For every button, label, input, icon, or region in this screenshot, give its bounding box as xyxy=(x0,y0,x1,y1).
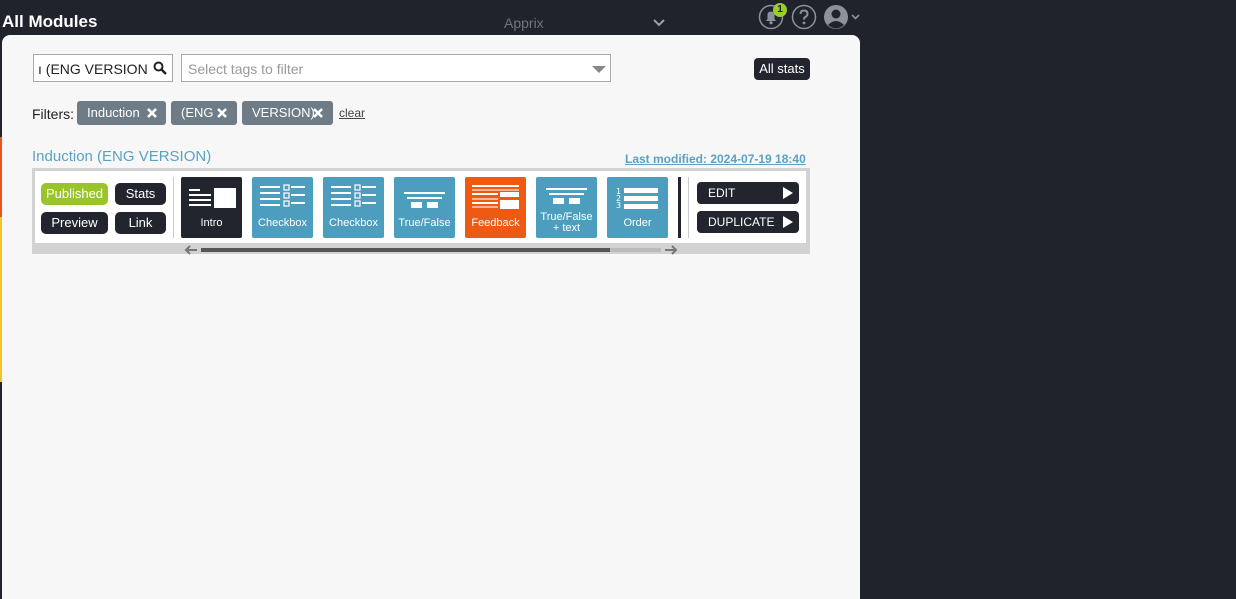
step-tile-feedback[interactable]: Feedback xyxy=(465,177,526,238)
close-icon[interactable] xyxy=(145,106,159,120)
notification-badge: 1 xyxy=(773,3,787,17)
close-icon[interactable] xyxy=(311,106,325,120)
tag-filter-select[interactable]: Select tags to filter xyxy=(181,54,611,82)
checkbox-icon xyxy=(331,184,376,207)
preview-button[interactable]: Preview xyxy=(41,212,108,234)
filter-chip: VERSION) xyxy=(242,101,333,125)
step-tile-order[interactable]: 1 2 3 Order xyxy=(607,177,668,238)
filter-chip-label: Induction xyxy=(87,105,140,120)
play-arrow-icon xyxy=(783,216,793,228)
divider xyxy=(678,177,681,238)
step-label: Checkbox xyxy=(258,217,307,229)
step-tile-true-false[interactable]: True/False xyxy=(394,177,455,238)
search-input[interactable] xyxy=(38,59,148,79)
intro-icon xyxy=(189,188,236,208)
page-title: All Modules xyxy=(2,12,98,31)
step-tile-true-false-text[interactable]: True/False + text xyxy=(536,177,597,238)
step-tile-checkbox[interactable]: Checkbox xyxy=(252,177,313,238)
step-label: True/False xyxy=(398,217,451,229)
module-title[interactable]: Induction (ENG VERSION) xyxy=(32,148,211,165)
step-tile-intro[interactable]: Intro xyxy=(181,177,242,238)
close-icon[interactable] xyxy=(215,106,229,120)
org-selector-label[interactable]: Apprix xyxy=(504,15,544,31)
edit-label: EDIT xyxy=(708,186,736,200)
user-icon[interactable] xyxy=(823,4,863,30)
edit-button[interactable]: EDIT xyxy=(697,182,799,204)
filter-chip-label: (ENG xyxy=(181,105,214,120)
help-icon[interactable] xyxy=(791,4,817,30)
scroll-left-icon[interactable] xyxy=(184,244,198,256)
scrollbar-thumb[interactable] xyxy=(201,248,610,252)
published-button[interactable]: Published xyxy=(41,183,108,205)
divider xyxy=(688,177,689,238)
step-label: Order xyxy=(623,217,652,229)
step-tile-checkbox[interactable]: Checkbox xyxy=(323,177,384,238)
svg-text:3: 3 xyxy=(616,201,621,210)
dropdown-caret-icon[interactable] xyxy=(592,66,606,73)
tag-filter-placeholder: Select tags to filter xyxy=(188,61,304,77)
checkbox-icon xyxy=(260,184,305,207)
filter-chip-label: VERSION) xyxy=(252,105,315,120)
clear-filters-link[interactable]: clear xyxy=(339,106,365,120)
filters-label: Filters: xyxy=(32,106,74,122)
filter-chip: Induction xyxy=(77,101,166,125)
stats-button[interactable]: Stats xyxy=(115,183,166,205)
chevron-down-icon[interactable] xyxy=(652,16,666,30)
divider xyxy=(173,177,174,238)
search-box[interactable] xyxy=(33,54,173,82)
step-label: Feedback xyxy=(471,217,520,229)
link-button[interactable]: Link xyxy=(115,212,166,234)
filter-chip: (ENG xyxy=(171,101,237,125)
step-label: Checkbox xyxy=(329,217,378,229)
duplicate-button[interactable]: DUPLICATE xyxy=(697,211,799,233)
step-label: + text xyxy=(552,222,581,234)
true-false-icon xyxy=(404,192,445,208)
search-icon[interactable] xyxy=(153,61,167,75)
scroll-right-icon[interactable] xyxy=(664,244,678,256)
last-modified-link[interactable]: Last modified: 2024-07-19 18:40 xyxy=(625,152,806,166)
feedback-icon xyxy=(472,185,519,209)
step-label: Intro xyxy=(200,217,223,229)
all-stats-button[interactable]: All stats xyxy=(754,58,810,80)
play-arrow-icon xyxy=(783,187,793,199)
duplicate-label: DUPLICATE xyxy=(708,215,775,229)
top-bar: All Modules Apprix 1 xyxy=(0,0,1236,40)
order-icon: 1 2 3 xyxy=(616,187,658,210)
